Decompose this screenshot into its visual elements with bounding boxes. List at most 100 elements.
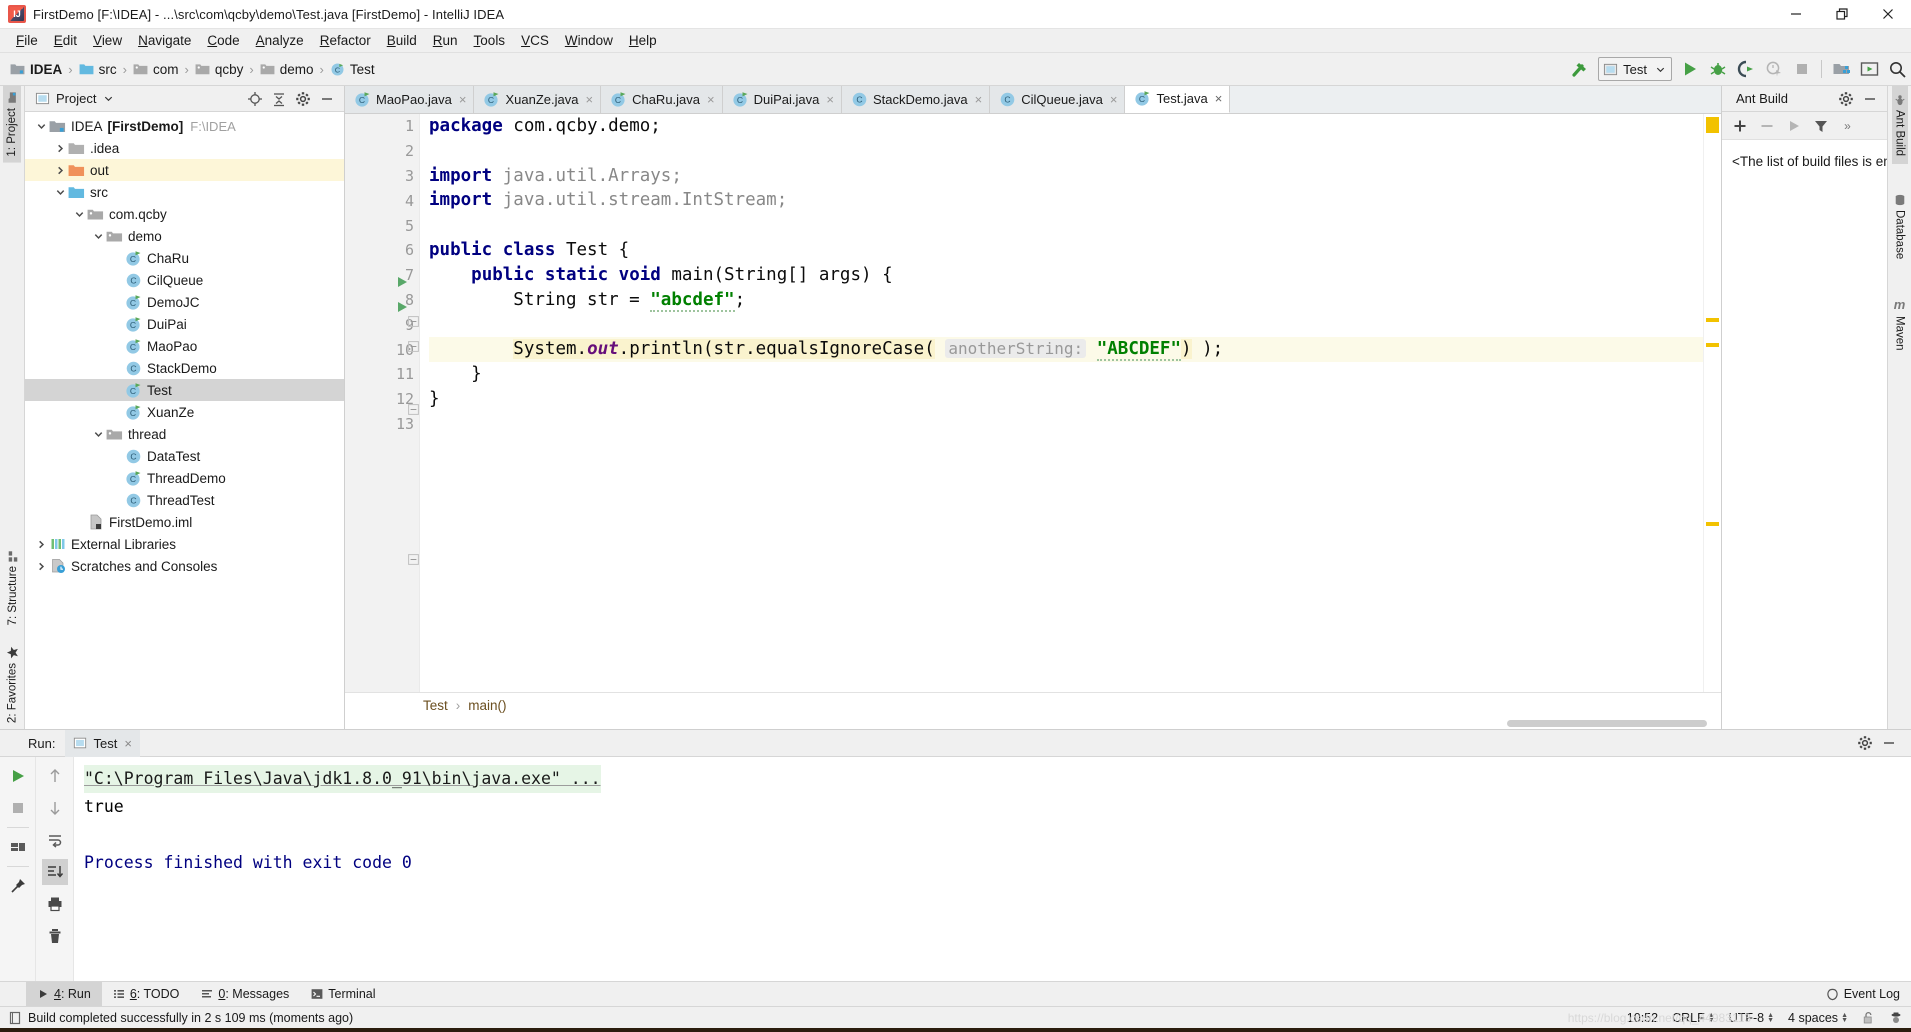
hide-panel-icon[interactable] <box>315 88 339 110</box>
code-line-1[interactable]: package com.qcby.demo; <box>429 114 1703 139</box>
plus-icon[interactable] <box>1727 115 1752 137</box>
close-icon[interactable]: × <box>459 92 467 107</box>
editor-marker-bar[interactable] <box>1703 114 1721 692</box>
sidebar-item-database[interactable]: Database <box>1892 186 1908 267</box>
search-icon[interactable] <box>1883 56 1911 82</box>
run-console-output[interactable]: "C:\Program Files\Java\jdk1.8.0_91\bin\j… <box>74 757 1911 981</box>
editor-tab-test[interactable]: C Test.java × <box>1125 86 1231 113</box>
close-icon[interactable]: × <box>585 92 593 107</box>
project-tree[interactable]: IDEA [FirstDemo] F:\IDEA .idea out src com.qcb… <box>25 112 344 729</box>
warning-marker[interactable] <box>1706 522 1719 526</box>
tree-node-firstdemo-iml[interactable]: FirstDemo.iml <box>25 511 344 533</box>
editor-tab-xuanze[interactable]: C XuanZe.java × <box>474 86 602 113</box>
close-icon[interactable]: × <box>707 92 715 107</box>
menu-item-tools[interactable]: Tools <box>466 31 514 50</box>
run-configuration-selector[interactable]: Test <box>1598 57 1672 81</box>
horizontal-scrollbar-thumb[interactable] <box>1507 720 1707 727</box>
close-icon[interactable]: × <box>1110 92 1118 107</box>
code-line-9[interactable] <box>429 312 1703 337</box>
chevron-down-icon[interactable] <box>52 184 68 200</box>
chevron-right-icon[interactable] <box>33 558 49 574</box>
editor-tab-stackdemo[interactable]: C StackDemo.java × <box>841 86 991 113</box>
code-line-4[interactable]: import java.util.stream.IntStream; <box>429 188 1703 213</box>
editor-tab-duipai[interactable]: C DuiPai.java × <box>722 86 842 113</box>
tree-node-threadtest[interactable]: C ThreadTest <box>25 489 344 511</box>
scroll-end-icon[interactable] <box>41 859 68 885</box>
code-line-7[interactable]: public static void main(String[] args) { <box>429 263 1703 288</box>
tree-node-idea[interactable]: .idea <box>25 137 344 159</box>
tree-node-thread[interactable]: thread <box>25 423 344 445</box>
gear-icon[interactable] <box>291 88 315 110</box>
fold-marker-imports-end[interactable] <box>408 339 419 352</box>
arrow-up-icon[interactable] <box>42 763 68 789</box>
crosshair-icon[interactable] <box>243 88 267 110</box>
minimize-icon[interactable] <box>1773 0 1819 29</box>
tree-node-charu[interactable]: C ChaRu <box>25 247 344 269</box>
fold-marker-method[interactable] <box>408 402 419 415</box>
tree-node-datatest[interactable]: C DataTest <box>25 445 344 467</box>
hide-panel-icon[interactable] <box>1858 88 1882 110</box>
maximize-icon[interactable] <box>1819 0 1865 29</box>
chevron-down-icon[interactable] <box>71 206 87 222</box>
tree-node-demojc[interactable]: C DemoJC <box>25 291 344 313</box>
code-line-6[interactable]: public class Test { <box>429 238 1703 263</box>
sidebar-item-ant-build[interactable]: Ant Build <box>1891 86 1908 165</box>
collapse-all-icon[interactable] <box>267 88 291 110</box>
sidebar-item-project[interactable]: 1: Project <box>3 86 21 163</box>
bug-icon[interactable] <box>1704 56 1732 82</box>
editor-tab-charu[interactable]: C ChaRu.java × <box>601 86 723 113</box>
event-log-button[interactable]: Event Log <box>1815 982 1911 1007</box>
menu-item-code[interactable]: Code <box>199 31 247 50</box>
hammer-build-icon[interactable] <box>1566 56 1594 82</box>
close-icon[interactable]: × <box>124 736 132 751</box>
tree-node-maopao[interactable]: C MaoPao <box>25 335 344 357</box>
sidebar-item-maven[interactable]: m Maven <box>1892 289 1908 359</box>
scrollbar-thumb[interactable] <box>1706 117 1719 133</box>
breadcrumb-item-src[interactable]: src <box>79 62 117 77</box>
tree-node-src[interactable]: src <box>25 181 344 203</box>
breadcrumb-class[interactable]: Test <box>423 698 448 713</box>
tree-node-com-qcby[interactable]: com.qcby <box>25 203 344 225</box>
breadcrumb-item-idea[interactable]: IDEA <box>10 62 62 77</box>
bottom-tab-messages[interactable]: 0: Messages <box>190 982 300 1007</box>
menu-item-navigate[interactable]: Navigate <box>130 31 199 50</box>
editor-tab-cilqueue[interactable]: C CilQueue.java × <box>990 86 1126 113</box>
code-line-2[interactable] <box>429 139 1703 164</box>
editor-gutter[interactable]: 1 2 3 4 5 6 7 8 9 10 11 12 13 <box>345 114 420 692</box>
code-line-11[interactable]: } <box>429 362 1703 387</box>
breadcrumb-item-com[interactable]: com <box>133 62 178 77</box>
arrow-down-icon[interactable] <box>42 795 68 821</box>
breadcrumb-item-qcby[interactable]: qcby <box>195 62 243 77</box>
menu-item-window[interactable]: Window <box>557 31 621 50</box>
chevron-right-icon[interactable] <box>52 162 68 178</box>
hide-panel-icon[interactable] <box>1877 732 1901 754</box>
tree-node-duipai[interactable]: C DuiPai <box>25 313 344 335</box>
run-tab-test[interactable]: Test × <box>65 729 140 757</box>
inspection-hector-icon[interactable] <box>1889 1011 1903 1025</box>
close-icon[interactable]: × <box>975 92 983 107</box>
breadcrumb-navigation[interactable]: IDEA › src › com › qcby › demo › C Test <box>10 62 375 77</box>
bottom-tab-run[interactable]: 4: Run <box>26 981 102 1007</box>
trash-icon[interactable] <box>42 923 68 949</box>
menu-item-file[interactable]: File <box>8 31 46 50</box>
fold-marker-method-end[interactable] <box>408 552 419 565</box>
filter-icon[interactable] <box>1808 115 1833 137</box>
menu-item-vcs[interactable]: VCS <box>513 31 557 50</box>
chevron-right-icon[interactable] <box>33 536 49 552</box>
bottom-tab-todo[interactable]: 6: TODO <box>102 982 191 1007</box>
tree-node-demo[interactable]: demo <box>25 225 344 247</box>
coverage-icon[interactable] <box>1732 56 1760 82</box>
chevron-double-right-icon[interactable]: » <box>1835 115 1860 137</box>
menu-item-analyze[interactable]: Analyze <box>248 31 312 50</box>
menu-item-help[interactable]: Help <box>621 31 665 50</box>
close-icon[interactable] <box>1865 0 1911 29</box>
chevron-down-icon[interactable] <box>90 228 106 244</box>
code-line-12[interactable]: } <box>429 387 1703 412</box>
menu-item-run[interactable]: Run <box>425 31 466 50</box>
sidebar-item-favorites[interactable]: 2: Favorites <box>3 632 22 729</box>
close-icon[interactable]: × <box>1215 91 1223 106</box>
warning-marker[interactable] <box>1706 318 1719 322</box>
gear-icon[interactable] <box>1853 732 1877 754</box>
run-button[interactable] <box>1676 56 1704 82</box>
menu-item-refactor[interactable]: Refactor <box>312 31 379 50</box>
